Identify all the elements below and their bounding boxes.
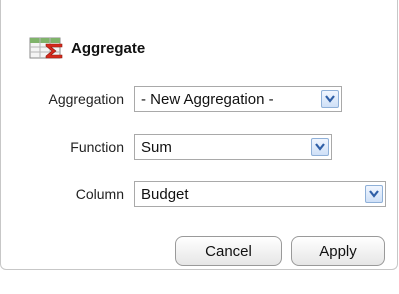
cancel-button[interactable]: Cancel: [175, 236, 282, 266]
aggregation-row: Aggregation - New Aggregation -: [1, 86, 397, 112]
apply-button[interactable]: Apply: [291, 236, 385, 266]
column-row: Column Budget: [1, 181, 397, 207]
dialog-title: Aggregate: [71, 39, 146, 57]
chevron-down-icon[interactable]: [365, 185, 383, 203]
aggregation-select[interactable]: - New Aggregation -: [134, 86, 342, 112]
chevron-down-icon[interactable]: [311, 138, 329, 156]
function-select[interactable]: Sum: [134, 134, 332, 160]
column-value: Budget: [141, 186, 189, 203]
column-label: Column: [75, 186, 124, 202]
aggregation-label: Aggregation: [48, 91, 124, 107]
aggregation-value: - New Aggregation -: [141, 91, 274, 108]
function-label: Function: [70, 139, 124, 155]
function-value: Sum: [141, 139, 172, 156]
dialog-header: Aggregate: [29, 36, 145, 60]
spreadsheet-sigma-icon: [29, 36, 65, 60]
aggregate-dialog: Aggregate Aggregation - New Aggregation …: [0, 0, 398, 270]
function-row: Function Sum: [1, 134, 397, 160]
chevron-down-icon[interactable]: [321, 90, 339, 108]
column-select[interactable]: Budget: [134, 181, 386, 207]
